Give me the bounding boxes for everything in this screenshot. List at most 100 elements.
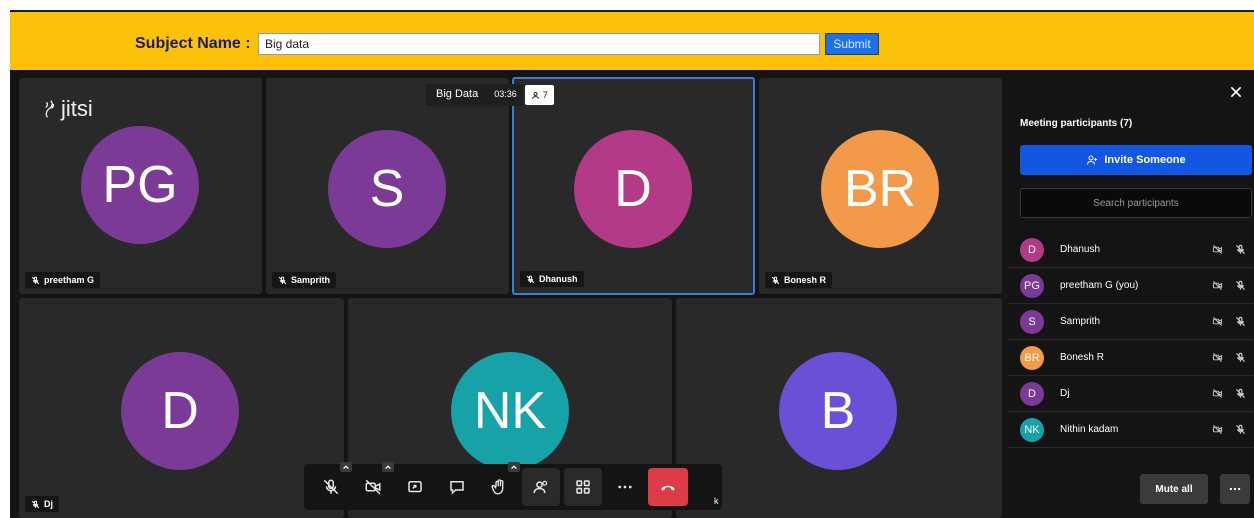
microphone-muted-icon [323,479,339,495]
participant-list-item[interactable]: S Samprith [1008,304,1254,340]
mute-all-button[interactable]: Mute all [1140,474,1208,504]
participant-list-item[interactable]: BR Bonesh R [1008,340,1254,376]
raise-hand-icon [491,479,504,495]
add-user-icon [1087,155,1098,165]
participant-status-icons [1212,424,1246,435]
avatar: D [574,130,692,248]
microphone-muted-icon [1235,424,1246,435]
meeting-title: Big Data [426,84,489,106]
participant-list-item[interactable]: D Dj [1008,376,1254,412]
participants-panel: Meeting participants (7) Invite Someone … [1008,70,1254,518]
chevron-up-icon [343,465,349,470]
camera-off-icon [1212,281,1223,290]
jitsi-logo-icon [45,100,55,118]
camera-off-icon [1212,317,1223,326]
participant-avatar: S [1020,309,1044,334]
hangup-button[interactable] [648,468,688,506]
avatar: D [121,352,239,470]
name-tag: Dj [25,496,59,512]
participant-status-icons [1212,316,1246,327]
participant-list-item[interactable]: NK Nithin kadam [1008,412,1254,448]
participant-tile[interactable]: S Samprith [266,78,509,294]
search-participants-input[interactable] [1020,188,1252,218]
participant-tile[interactable]: B [676,298,1002,518]
participant-avatar: D [1020,381,1044,406]
subject-input[interactable] [258,33,820,55]
participant-name: Dj [44,499,53,509]
participant-avatar: D [1020,237,1044,262]
participant-list-name: preetham G (you) [1060,280,1139,291]
participant-list-item[interactable]: D Dhanush [1008,232,1254,268]
participant-count-badge[interactable]: 7 [524,85,554,105]
raise-hand-button[interactable] [480,462,520,506]
chat-icon [450,481,464,495]
participant-name: Samprith [291,275,331,285]
avatar: PG [81,126,199,244]
tile-view-icon [576,480,590,494]
camera-off-icon [1212,425,1223,434]
more-icon [1229,487,1241,491]
camera-button[interactable] [354,462,394,506]
participant-tile[interactable]: BR Bonesh R [759,78,1002,294]
conference-info: Big Data 03:36 7 [426,84,554,106]
hangup-icon [661,485,675,491]
microphone-muted-icon [1235,352,1246,363]
subject-label: Subject Name : [135,35,251,52]
reactions-caret[interactable] [508,462,520,472]
invite-label: Invite Someone [1104,154,1186,166]
participant-status-icons [1212,352,1246,363]
participant-avatar: BR [1020,345,1044,370]
chevron-up-icon [511,465,517,470]
participant-avatar: NK [1020,417,1044,442]
avatar: BR [821,130,939,248]
microphone-muted-icon [278,276,287,284]
participant-list: D Dhanush PG preetham G (you) S Samprith BR Bon… [1008,232,1254,448]
audio-options-caret[interactable] [340,462,352,472]
people-icon [531,91,539,99]
more-actions-button[interactable] [606,468,644,506]
chat-button[interactable] [438,468,476,506]
camera-off-icon [1212,353,1223,362]
microphone-muted-icon [526,275,535,283]
jitsi-logo: jitsi [39,96,93,122]
submit-button[interactable]: Submit [825,33,879,55]
video-options-caret[interactable] [382,462,394,472]
panel-more-button[interactable] [1220,474,1250,504]
name-tag: Samprith [272,272,337,288]
avatar: S [328,130,446,248]
microphone-muted-icon [1235,280,1246,291]
meeting-timer: 03:36 [488,84,523,106]
microphone-muted-icon [1235,388,1246,399]
meeting-toolbar [304,462,722,510]
participant-list-name: Nithin kadam [1060,424,1119,435]
subject-bar: Subject Name : Submit [10,12,1254,70]
participant-avatar: PG [1020,273,1044,298]
close-icon[interactable] [1228,84,1244,100]
participant-tile[interactable]: D Dj [19,298,344,518]
microphone-button[interactable] [312,462,352,506]
participant-tile-active[interactable]: D Dhanush [512,77,755,295]
participant-name: Dhanush [539,274,578,284]
microphone-muted-icon [31,276,40,284]
jitsi-logo-text: jitsi [61,96,93,121]
chevron-up-icon [385,465,391,470]
more-icon [618,485,632,489]
participant-name: Bonesh R [784,275,827,285]
participant-list-item[interactable]: PG preetham G (you) [1008,268,1254,304]
microphone-muted-icon [31,500,40,508]
name-tag: Dhanush [520,271,584,287]
screen-share-button[interactable] [396,468,434,506]
participant-list-name: Dhanush [1060,244,1101,255]
invite-someone-button[interactable]: Invite Someone [1020,145,1252,175]
participant-status-icons [1212,244,1246,255]
toolbar-trailing-text: k [714,496,719,506]
avatar: B [779,352,897,470]
screen-share-icon [408,481,422,493]
participant-name: preetham G [44,275,95,285]
panel-title: Meeting participants (7) [1020,118,1133,129]
participants-button[interactable] [522,468,560,506]
tile-view-button[interactable] [564,468,602,506]
participant-list-name: Dj [1060,388,1070,399]
participant-tile[interactable]: PG preetham G jitsi [19,78,262,294]
name-tag: preetham G [25,272,101,288]
